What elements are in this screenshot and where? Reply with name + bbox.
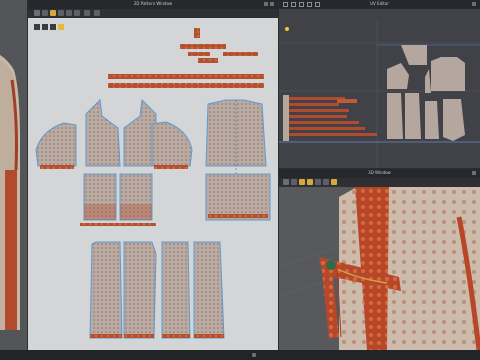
left-3d-panel (0, 0, 27, 350)
fold-arrangement-icon[interactable] (74, 10, 80, 16)
pattern-window-title: 2D Pattern Window (133, 1, 173, 6)
uv-editor-window: UV Editor (279, 0, 480, 168)
camera-icon[interactable] (94, 10, 100, 16)
pattern-pieces (34, 24, 271, 339)
uv-editor-close-button[interactable] (472, 2, 476, 6)
uv-canvas[interactable] (279, 9, 480, 168)
internal-line-icon[interactable] (58, 10, 64, 16)
uv-sun-icon (285, 27, 289, 31)
view3d-close-button[interactable] (472, 171, 476, 175)
pattern-toolbar (28, 9, 278, 18)
edit-pattern-icon[interactable] (42, 10, 48, 16)
pattern-window: 2D Pattern Window (28, 0, 278, 350)
fold-icon[interactable] (315, 179, 321, 185)
expand-panel-icon[interactable] (252, 353, 256, 357)
uv-transform-icon[interactable] (283, 2, 288, 7)
view3d-canvas[interactable] (279, 187, 480, 350)
view3d-window: 3D Window (279, 169, 480, 350)
garment-3d-render (279, 187, 480, 350)
belt-buckle (326, 260, 336, 270)
uv-edit-icon[interactable] (291, 2, 296, 7)
canvas-tool-select (34, 24, 40, 30)
settings-icon[interactable] (323, 179, 329, 185)
segment-tool-icon[interactable] (50, 10, 56, 16)
view3d-toolbar (279, 178, 480, 187)
pattern-canvas[interactable] (28, 18, 278, 350)
zoom-icon[interactable] (84, 10, 90, 16)
avatar-garment-partial (0, 0, 27, 350)
pattern-window-minimize-button[interactable] (264, 2, 268, 6)
view3d-title: 3D Window (368, 170, 391, 175)
uv-rotate-icon[interactable] (307, 2, 312, 7)
uv-scale-icon[interactable] (315, 2, 320, 7)
rotate-view-icon[interactable] (283, 179, 289, 185)
pin-icon[interactable] (299, 179, 305, 185)
tack-icon[interactable] (307, 179, 313, 185)
uv-select-icon[interactable] (299, 2, 304, 7)
avatar-icon[interactable] (331, 179, 337, 185)
uv-layout (279, 19, 480, 168)
select-mesh-icon[interactable] (291, 179, 297, 185)
status-bar (0, 350, 480, 360)
select-mesh-icon[interactable] (66, 10, 72, 16)
transform-pattern-icon[interactable] (34, 10, 40, 16)
pattern-window-close-button[interactable] (270, 2, 274, 6)
